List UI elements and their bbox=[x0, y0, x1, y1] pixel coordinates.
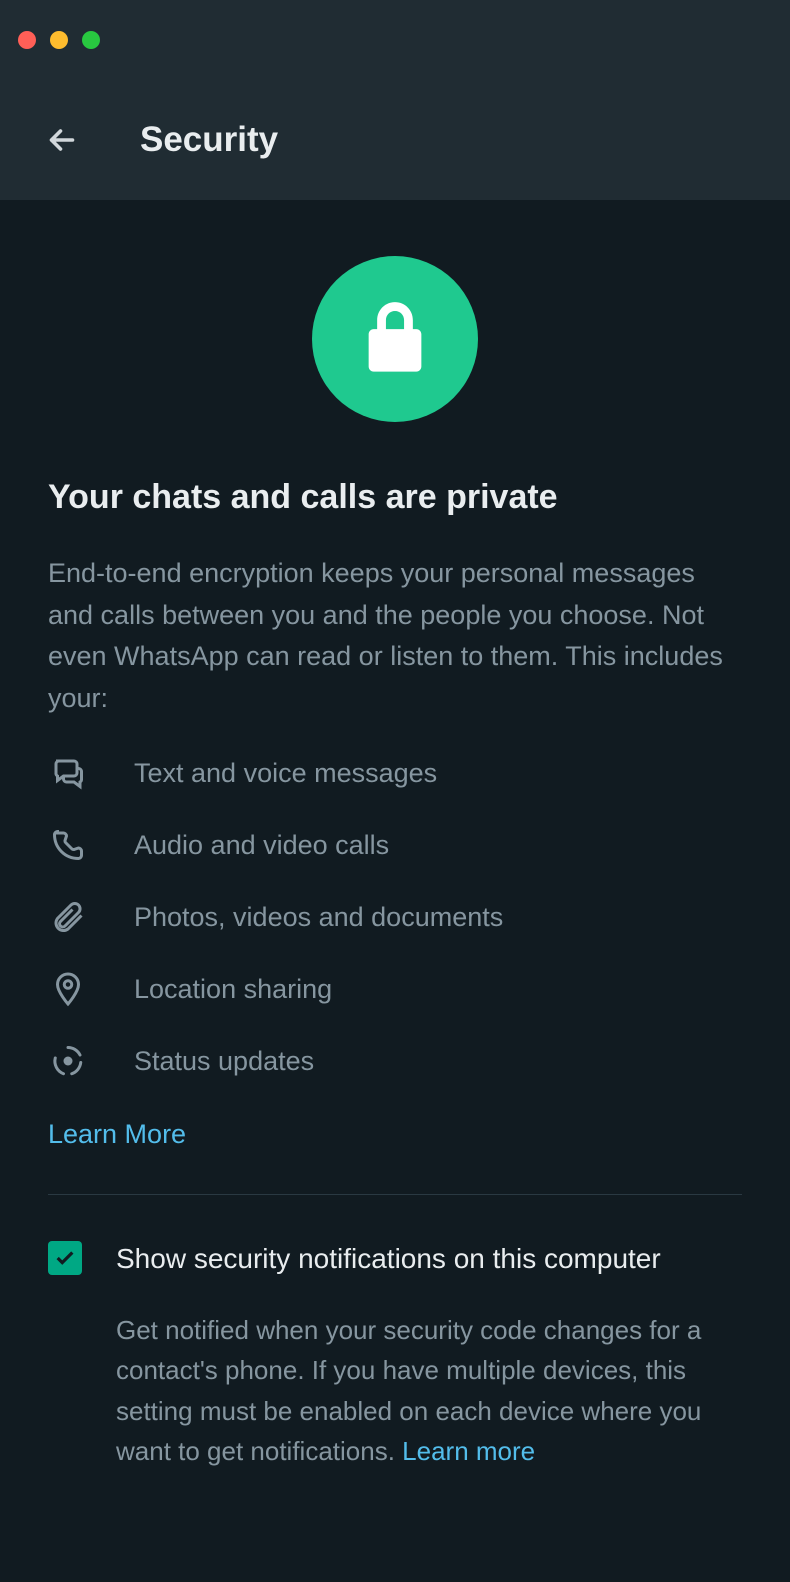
list-item: Text and voice messages bbox=[48, 753, 742, 793]
feature-label: Text and voice messages bbox=[134, 758, 437, 789]
feature-label: Audio and video calls bbox=[134, 830, 389, 861]
divider bbox=[48, 1194, 742, 1195]
security-notifications-checkbox[interactable] bbox=[48, 1241, 82, 1275]
list-item: Status updates bbox=[48, 1041, 742, 1081]
attachment-icon bbox=[48, 897, 88, 937]
list-item: Audio and video calls bbox=[48, 825, 742, 865]
window-maximize-button[interactable] bbox=[82, 31, 100, 49]
lock-circle bbox=[312, 256, 478, 422]
location-icon bbox=[48, 969, 88, 1009]
feature-label: Status updates bbox=[134, 1046, 314, 1077]
page-title: Security bbox=[140, 120, 278, 160]
setting-description: Get notified when your security code cha… bbox=[116, 1310, 742, 1471]
learn-more-link[interactable]: Learn More bbox=[48, 1119, 186, 1150]
checkmark-icon bbox=[54, 1247, 76, 1269]
feature-label: Photos, videos and documents bbox=[134, 902, 503, 933]
back-button[interactable] bbox=[42, 120, 82, 160]
feature-label: Location sharing bbox=[134, 974, 332, 1005]
phone-icon bbox=[48, 825, 88, 865]
learn-more-link-inline[interactable]: Learn more bbox=[402, 1436, 535, 1466]
security-notifications-setting: Show security notifications on this comp… bbox=[48, 1239, 742, 1471]
window-close-button[interactable] bbox=[18, 31, 36, 49]
hero-description: End-to-end encryption keeps your persona… bbox=[48, 553, 742, 719]
lock-icon bbox=[361, 299, 429, 379]
content-area: Your chats and calls are private End-to-… bbox=[0, 200, 790, 1471]
window-titlebar bbox=[0, 0, 790, 80]
list-item: Photos, videos and documents bbox=[48, 897, 742, 937]
page-header: Security bbox=[0, 80, 790, 200]
setting-title: Show security notifications on this comp… bbox=[116, 1239, 742, 1280]
chat-icon bbox=[48, 753, 88, 793]
list-item: Location sharing bbox=[48, 969, 742, 1009]
feature-list: Text and voice messages Audio and video … bbox=[48, 753, 742, 1081]
hero-heading: Your chats and calls are private bbox=[48, 478, 742, 517]
hero-icon-wrap bbox=[48, 256, 742, 422]
arrow-left-icon bbox=[44, 122, 80, 158]
window-minimize-button[interactable] bbox=[50, 31, 68, 49]
status-icon bbox=[48, 1041, 88, 1081]
